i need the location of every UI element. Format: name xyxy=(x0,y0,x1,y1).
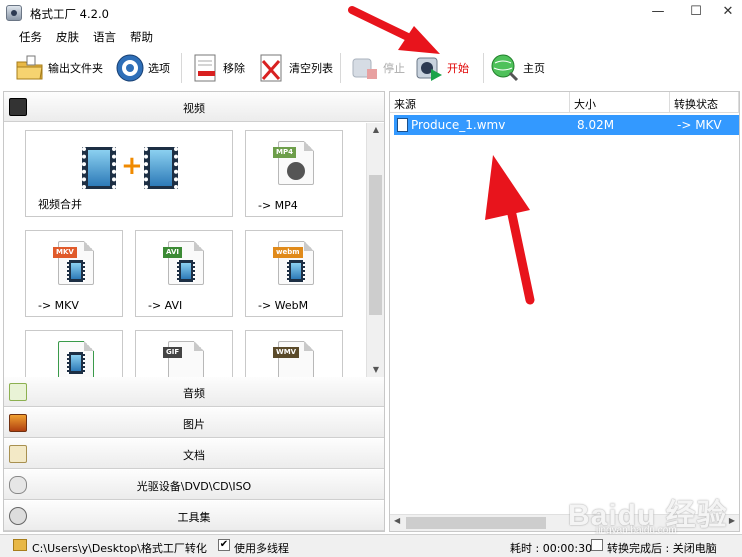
category-document-label: 文档 xyxy=(183,449,205,462)
wmv-file-icon: WMV xyxy=(273,341,314,377)
menu-task[interactable]: 任务 xyxy=(19,29,42,45)
menu-help[interactable]: 帮助 xyxy=(130,29,153,45)
video-file-icon xyxy=(397,118,408,132)
after-convert-label: 转换完成后 : 关闭电脑 xyxy=(607,542,717,555)
tile-label: -> AVI xyxy=(148,299,183,312)
category-tools[interactable]: 工具集 xyxy=(4,501,384,531)
category-tools-label: 工具集 xyxy=(177,511,211,524)
column-status[interactable]: 转换状态 xyxy=(670,92,739,113)
tile-label: -> MP4 xyxy=(258,199,298,212)
toolbar: 输出文件夹 选项 移除 清空列表 停止 开始 主页 xyxy=(0,47,742,89)
after-convert-checkbox[interactable] xyxy=(591,539,603,551)
tile-to-mp4[interactable]: MP4 -> MP4 xyxy=(245,130,343,217)
film-icon xyxy=(82,147,116,189)
window-title: 格式工厂 4.2.0 xyxy=(30,7,109,21)
row-source: Produce_1.wmv xyxy=(411,118,506,132)
category-audio[interactable]: 音频 xyxy=(4,377,384,407)
column-size[interactable]: 大小 xyxy=(570,92,670,113)
row-size: 8.02M xyxy=(577,118,615,132)
tile-label: -> WebM xyxy=(258,299,309,312)
home-globe-icon xyxy=(490,53,520,83)
menu-bar: 任务 皮肤 语言 帮助 xyxy=(0,26,742,46)
scroll-thumb[interactable] xyxy=(406,517,546,529)
toolbar-separator xyxy=(340,53,341,83)
film-icon xyxy=(144,147,178,189)
status-bar: C:\Users\y\Desktop\格式工厂转化 ✔ 使用多线程 耗时 : 0… xyxy=(0,534,742,557)
tile-video-merge[interactable]: + 视频合并 xyxy=(25,130,233,217)
home-label: 主页 xyxy=(523,62,545,75)
category-image-label: 图片 xyxy=(183,418,205,431)
category-document[interactable]: 文档 xyxy=(4,439,384,469)
tile-to-mkv[interactable]: MKV -> MKV xyxy=(25,230,123,317)
options-label: 选项 xyxy=(148,62,170,75)
category-video-label: 视频 xyxy=(183,102,205,115)
remove-button[interactable]: 移除 xyxy=(190,50,245,86)
scroll-thumb[interactable] xyxy=(369,175,382,315)
category-video[interactable]: 视频 xyxy=(4,92,384,122)
output-path[interactable]: C:\Users\y\Desktop\格式工厂转化 xyxy=(32,540,207,556)
home-button[interactable]: 主页 xyxy=(490,50,545,86)
webm-file-icon: webm xyxy=(273,241,314,285)
tile-to-webm[interactable]: webm -> WebM xyxy=(245,230,343,317)
avi-file-icon: AVI xyxy=(163,241,204,285)
toolbar-separator xyxy=(483,53,484,83)
scroll-left-arrow[interactable]: ◀ xyxy=(394,516,400,525)
tile-to-gif[interactable]: GIF xyxy=(135,330,233,377)
start-icon xyxy=(414,53,444,83)
column-source[interactable]: 来源 xyxy=(390,92,570,113)
folder-icon xyxy=(13,539,27,551)
menu-skin[interactable]: 皮肤 xyxy=(56,29,79,45)
start-button[interactable]: 开始 xyxy=(414,50,469,86)
tile-label: 视频合并 xyxy=(38,198,82,211)
app-icon xyxy=(6,5,22,21)
task-list: 来源 大小 转换状态 Produce_1.wmv 8.02M -> MKV ◀ … xyxy=(389,91,740,532)
tile-video-format[interactable] xyxy=(25,330,123,377)
category-disc-label: 光驱设备\DVD\CD\ISO xyxy=(136,480,252,493)
video-file-icon xyxy=(58,341,94,377)
clear-list-icon xyxy=(256,53,286,83)
multithread-label: 使用多线程 xyxy=(234,542,289,555)
clear-list-button[interactable]: 清空列表 xyxy=(256,50,333,86)
stop-button[interactable]: 停止 xyxy=(350,50,405,86)
multithread-checkbox[interactable]: ✔ xyxy=(218,539,230,551)
minimize-button[interactable]: — xyxy=(650,4,666,20)
stop-icon xyxy=(350,53,380,83)
clear-list-label: 清空列表 xyxy=(289,62,333,75)
category-disc[interactable]: 光驱设备\DVD\CD\ISO xyxy=(4,470,384,500)
scroll-up-arrow[interactable]: ▲ xyxy=(367,123,385,137)
remove-icon xyxy=(190,53,220,83)
close-button[interactable]: ✕ xyxy=(720,4,736,20)
elapsed-time: 耗时 : 00:00:30 xyxy=(510,542,593,555)
category-audio-label: 音频 xyxy=(183,387,205,400)
mp4-file-icon: MP4 xyxy=(273,141,314,185)
folder-icon xyxy=(15,53,45,83)
start-label: 开始 xyxy=(447,62,469,75)
options-button[interactable]: 选项 xyxy=(115,50,170,86)
mkv-file-icon: MKV xyxy=(53,241,94,285)
options-icon xyxy=(115,53,145,83)
gif-file-icon: GIF xyxy=(163,341,204,377)
toolbar-separator xyxy=(181,53,182,83)
remove-label: 移除 xyxy=(223,62,245,75)
output-folder-label: 输出文件夹 xyxy=(48,62,103,75)
category-image[interactable]: 图片 xyxy=(4,408,384,438)
stop-label: 停止 xyxy=(383,62,405,75)
tile-to-wmv[interactable]: WMV xyxy=(245,330,343,377)
tile-label: -> MKV xyxy=(38,299,79,312)
scroll-right-arrow[interactable]: ▶ xyxy=(729,516,735,525)
row-status: -> MKV xyxy=(677,118,722,132)
plus-icon: + xyxy=(121,151,143,181)
maximize-button[interactable]: ☐ xyxy=(688,4,704,20)
menu-language[interactable]: 语言 xyxy=(93,29,116,45)
video-format-grid: + 视频合并 MP4 -> MP4 MKV -> MKV AVI -> AVI … xyxy=(4,123,366,377)
tile-to-avi[interactable]: AVI -> AVI xyxy=(135,230,233,317)
format-grid-scrollbar[interactable]: ▲ ▼ xyxy=(366,123,384,377)
title-bar: 格式工厂 4.2.0 — ☐ ✕ xyxy=(0,0,742,26)
table-row[interactable]: Produce_1.wmv 8.02M -> MKV xyxy=(394,115,739,135)
output-folder-button[interactable]: 输出文件夹 xyxy=(15,50,103,86)
conversion-panel: 视频 + 视频合并 MP4 -> MP4 MKV -> MKV AVI -> A… xyxy=(3,91,385,532)
scroll-down-arrow[interactable]: ▼ xyxy=(367,363,385,377)
